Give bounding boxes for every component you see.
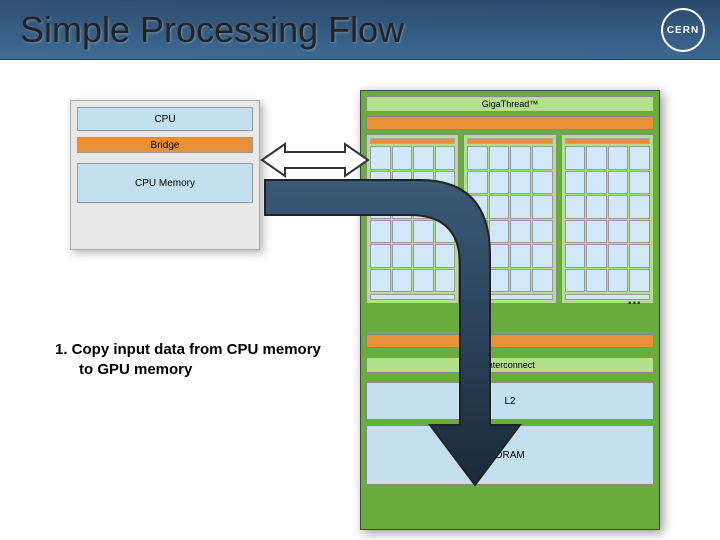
gpu-orange-bar	[366, 116, 654, 130]
slide-header: Simple Processing Flow CERN	[0, 0, 720, 60]
cern-logo-text: CERN	[667, 25, 699, 36]
cpu-block: CPU	[77, 107, 253, 131]
slide-title: Simple Processing Flow	[20, 9, 404, 51]
cern-logo: CERN	[661, 8, 705, 52]
cpu-panel: CPU Bridge CPU Memory	[70, 100, 260, 250]
ellipsis-label: ...	[628, 291, 641, 309]
curved-arrow-icon	[260, 175, 580, 495]
cpu-memory-block: CPU Memory	[77, 163, 253, 203]
bridge-block: Bridge	[77, 137, 253, 153]
diagram-stage: CPU Bridge CPU Memory GigaThread™	[0, 60, 720, 540]
gigathread-bar: GigaThread™	[366, 96, 654, 112]
bidirectional-arrow-icon	[260, 140, 370, 180]
